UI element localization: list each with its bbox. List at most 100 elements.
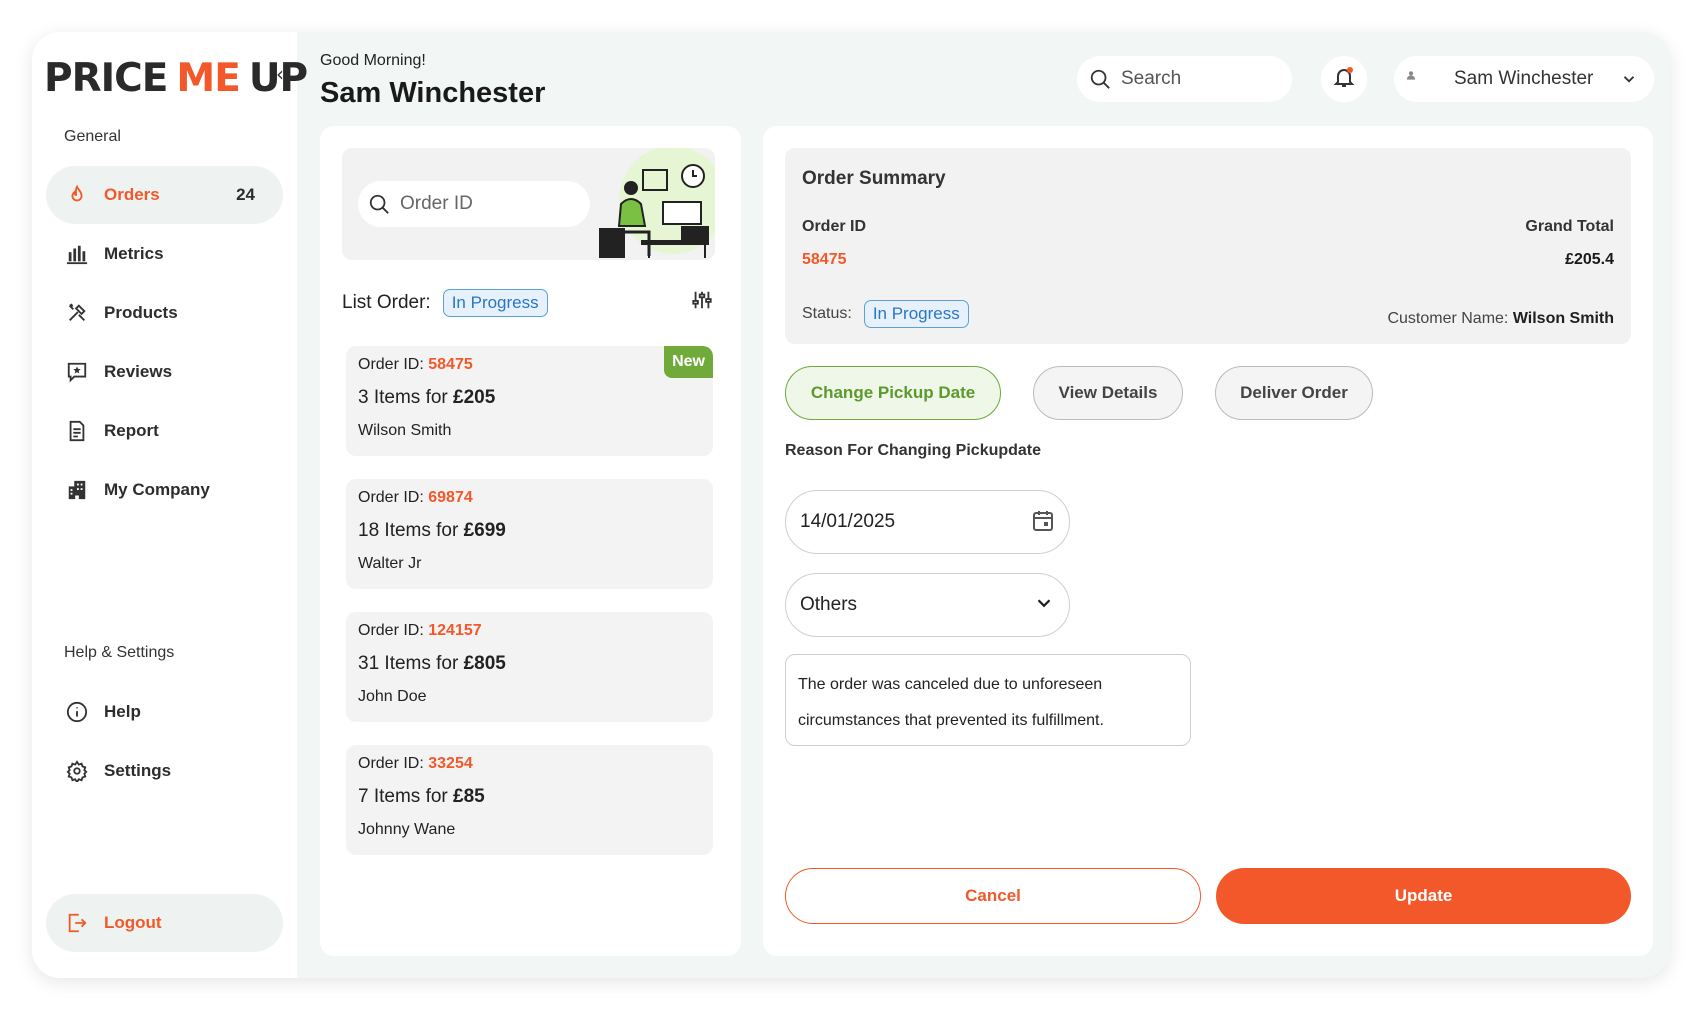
order-id-line: Order ID: 33254 [358,755,473,772]
building-icon [64,477,90,503]
search-input[interactable]: Search [1077,56,1292,102]
calendar-icon [1031,509,1055,539]
sidebar-item-my-company[interactable]: My Company [46,461,283,519]
customer-name: Customer Name: Wilson Smith [1387,310,1614,328]
order-list-panel: Order ID List Order: In Progress Order I… [320,126,741,956]
logout-label: Logout [104,913,162,932]
status-badge[interactable]: In Progress [442,289,548,317]
account-dropdown[interactable]: Sam Winchester [1394,56,1654,102]
order-card[interactable]: Order ID: 58475 3 Items for £205 Wilson … [346,346,713,456]
order-price: £205 [453,387,496,408]
reason-textarea[interactable]: The order was canceled due to unforeseen… [785,654,1191,746]
reason-label: Reason For Changing Pickupdate [785,442,1042,459]
order-summary-title: Order Summary [802,168,946,189]
order-price: £805 [463,653,506,674]
order-id-line: Order ID: 58475 [358,356,473,373]
collapse-sidebar-button[interactable]: ‹ [276,64,294,84]
search-placeholder: Search [1121,68,1182,89]
view-details-button[interactable]: View Details [1033,366,1183,420]
new-tag: New [664,346,713,378]
order-id-line: Order ID: 69874 [358,489,473,506]
status-badge: In Progress [863,300,969,328]
order-id: 58475 [428,356,473,373]
order-price: £699 [463,520,506,541]
logout-button[interactable]: Logout [46,894,283,952]
sidebar-item-help[interactable]: Help [46,683,283,741]
search-icon [1089,68,1111,90]
order-id: 33254 [428,755,473,772]
section-label-help-settings: Help & Settings [64,644,175,661]
sidebar-item-label: Settings [104,761,172,780]
date-value: 14/01/2025 [800,511,896,532]
orders-count: 24 [236,185,255,204]
deliver-order-button[interactable]: Deliver Order [1215,366,1373,420]
order-card[interactable]: Order ID: 69874 18 Items for £699 Walter… [346,479,713,589]
bell-icon [1332,65,1356,94]
grand-total-label: Grand Total [1525,218,1614,235]
order-search-card: Order ID [342,148,715,260]
order-items-line: 3 Items for £205 [358,387,496,408]
info-icon [64,699,90,725]
account-name: Sam Winchester [1454,68,1594,89]
bar-chart-icon [64,241,90,267]
order-id-line: Order ID: 124157 [358,622,482,639]
order-items-line: 18 Items for £699 [358,520,506,541]
order-search-placeholder: Order ID [400,193,473,214]
sidebar-item-settings[interactable]: Settings [46,742,283,800]
change-pickup-date-button[interactable]: Change Pickup Date [785,366,1001,420]
order-items-line: 7 Items for £85 [358,786,485,807]
sidebar-item-report[interactable]: Report [46,402,283,460]
order-card[interactable]: Order ID: 124157 31 Items for £805 John … [346,612,713,722]
app-window: PRICE ME UP ‹ General Orders 24 Metrics Pr… [32,32,1670,978]
order-id: 69874 [428,489,473,506]
order-summary-card: Order Summary Order ID Grand Total 58475… [785,148,1631,344]
order-customer: Wilson Smith [358,422,452,439]
order-price: £85 [453,786,485,807]
order-id: 124157 [428,622,482,639]
gear-icon [64,758,90,784]
sidebar-item-orders[interactable]: Orders 24 [46,166,283,224]
sidebar-item-metrics[interactable]: Metrics [46,225,283,283]
sidebar-item-reviews[interactable]: Reviews [46,343,283,401]
sidebar-item-label: Help [104,702,141,721]
sidebar-item-products[interactable]: Products [46,284,283,342]
order-items-line: 31 Items for £805 [358,653,506,674]
sidebar-item-label: Orders [104,185,160,204]
worker-illustration [599,148,715,258]
filter-button[interactable] [689,290,715,316]
brand-logo: PRICE ME UP [44,55,308,101]
list-order-label: List Order: [342,292,431,313]
sidebar-item-label: Products [104,303,178,322]
logout-icon [64,910,90,936]
list-order-header: List Order: In Progress [342,288,715,318]
cancel-button[interactable]: Cancel [785,868,1201,924]
order-id-search-input[interactable]: Order ID [358,181,590,227]
sidebar: PRICE ME UP ‹ General Orders 24 Metrics Pr… [32,32,308,978]
update-button[interactable]: Update [1216,868,1631,924]
reason-select[interactable]: Others [785,573,1070,637]
grand-total-value: £205.4 [1565,251,1614,268]
sidebar-item-label: My Company [104,480,210,499]
sidebar-item-label: Reviews [104,362,173,381]
order-id-value: 58475 [802,251,847,268]
fire-icon [64,182,90,208]
chevron-down-icon [1033,592,1055,620]
avatar [1406,70,1424,88]
section-label-general: General [64,128,121,145]
page-title: Sam Winchester [320,77,546,109]
order-card[interactable]: Order ID: 33254 7 Items for £85 Johnny W… [346,745,713,855]
pickup-date-field[interactable]: 14/01/2025 [785,490,1070,554]
tools-icon [64,300,90,326]
order-customer: Johnny Wane [358,821,456,838]
customer-value: Wilson Smith [1512,310,1614,327]
greeting-text: Good Morning! [320,52,426,69]
order-status: Status: In Progress [802,300,969,328]
search-icon [368,193,390,215]
status-label: Status: [802,305,852,322]
order-id-label: Order ID [802,218,867,235]
notifications-button[interactable] [1321,56,1367,102]
sidebar-item-label: Report [104,421,159,440]
sidebar-item-label: Metrics [104,244,164,263]
sliders-icon [691,289,713,317]
order-customer: John Doe [358,688,427,705]
